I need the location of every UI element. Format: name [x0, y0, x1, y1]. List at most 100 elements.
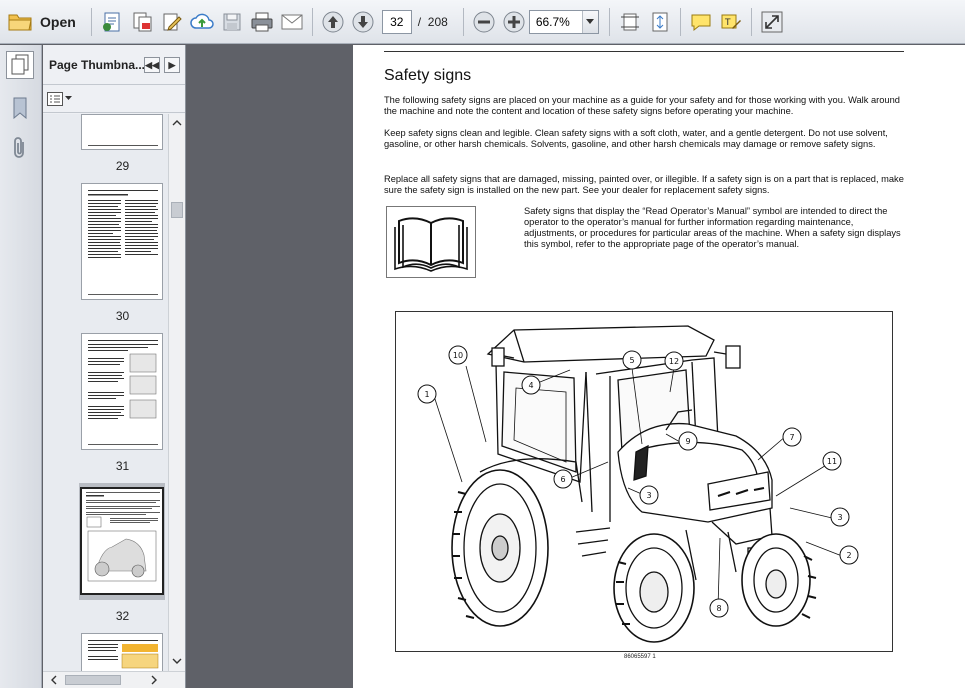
navigation-rail [0, 45, 42, 688]
paragraph-cleaning: Keep safety signs clean and legible. Cle… [384, 128, 888, 149]
bookmark-icon [13, 97, 27, 119]
page-separator: / [417, 14, 422, 29]
zoom-out-button[interactable] [469, 7, 499, 37]
chevron-down-icon[interactable] [169, 654, 185, 668]
toolbar: Open 32 / 208 66.7% T [0, 0, 965, 44]
save-icon [223, 13, 241, 30]
chevron-up-icon[interactable] [169, 116, 185, 130]
combine-button[interactable] [127, 7, 157, 37]
page-count: 208 [427, 14, 448, 29]
expand-button[interactable] [757, 7, 787, 37]
callout-1: 1 [424, 390, 429, 399]
callout-5: 5 [629, 356, 634, 365]
thumbnail-content [86, 492, 160, 582]
separator [462, 7, 464, 36]
hide-panel-button[interactable]: ▶ [164, 57, 180, 73]
thumbnail-label: 32 [115, 609, 130, 623]
chevron-down-icon [586, 18, 595, 24]
document-page: Safety signs The following safety signs … [353, 45, 965, 688]
scroll-thumb[interactable] [65, 675, 121, 685]
callout-7: 7 [789, 433, 794, 442]
callout-3b: 3 [837, 513, 842, 522]
cloud-upload-icon [190, 13, 214, 29]
page-thumbnail-32[interactable] [81, 488, 163, 594]
options-menu-button[interactable] [47, 91, 72, 106]
plus-circle-icon [503, 11, 525, 32]
edit-button[interactable] [157, 7, 187, 37]
thumbnails-panel: Page Thumbna... ◀◀ ▶ 29 30 31 32 [43, 45, 186, 688]
tractor-figure: 1 2 3 3 4 5 6 7 8 9 10 11 12 [395, 311, 893, 652]
callout-12: 12 [669, 357, 679, 366]
thumbnail-content [88, 640, 159, 669]
thumbnail-scrollbar[interactable] [168, 114, 185, 671]
highlight-button[interactable]: T [716, 7, 746, 37]
thumb-rule [88, 145, 158, 146]
comment-button[interactable] [686, 7, 716, 37]
page-thumbnail-29[interactable] [81, 114, 163, 150]
comment-icon [691, 14, 711, 31]
fit-page-icon [652, 12, 668, 31]
read-manual-symbol [386, 206, 476, 278]
minus-circle-icon [473, 11, 495, 32]
edit-icon [163, 13, 182, 31]
printer-icon [251, 12, 273, 31]
thumbnail-content [88, 340, 158, 445]
paragraph-intro: The following safety signs are placed on… [384, 95, 900, 116]
chevron-right-icon[interactable] [147, 672, 161, 688]
open-button[interactable]: Open [0, 7, 86, 37]
thumbnail-label: 31 [115, 459, 130, 473]
callout-10: 10 [453, 351, 463, 360]
read-manual-paragraph: Safety signs that display the “Read Oper… [524, 206, 901, 249]
arrow-up-icon [322, 11, 344, 32]
page-thumbnails-tab[interactable] [6, 51, 34, 79]
expand-icon [761, 11, 783, 32]
callout-2: 2 [846, 551, 851, 560]
separator [608, 7, 610, 36]
callout-6: 6 [560, 475, 565, 484]
panel-options [43, 85, 185, 113]
upload-button[interactable] [187, 7, 217, 37]
paperclip-icon [14, 137, 24, 158]
attachments-tab[interactable] [8, 135, 32, 161]
zoom-in-button[interactable] [499, 7, 529, 37]
figure-caption: 86065597 1 [624, 654, 656, 660]
envelope-icon [281, 14, 303, 29]
pages-icon [11, 54, 29, 75]
arrow-down-icon [352, 11, 374, 32]
separator [679, 7, 681, 36]
header-rule [384, 51, 904, 52]
create-pdf-button[interactable] [97, 7, 127, 37]
callout-3a: 3 [646, 491, 651, 500]
collapse-panel-button[interactable]: ◀◀ [144, 57, 160, 73]
separator [311, 7, 313, 36]
thumbnail-list: 29 30 31 32 [43, 114, 168, 671]
page-number-input[interactable]: 32 [381, 9, 412, 34]
zoom-select[interactable]: 66.7% [528, 9, 599, 34]
fit-page-button[interactable] [645, 7, 675, 37]
callout-4: 4 [528, 381, 533, 390]
callout-11: 11 [827, 457, 837, 466]
page-thumbnail-31[interactable] [81, 333, 163, 450]
zoom-dropdown-button[interactable] [581, 10, 598, 33]
thumbnail-horizontal-scrollbar[interactable] [43, 671, 185, 688]
save-button[interactable] [217, 7, 247, 37]
thumbnail-label: 30 [115, 309, 130, 323]
bookmarks-tab[interactable] [8, 95, 32, 121]
scroll-thumb[interactable] [171, 202, 183, 218]
page-heading: Safety signs [384, 67, 472, 84]
page-thumbnail-33[interactable] [81, 633, 163, 671]
callout-9: 9 [685, 437, 690, 446]
previous-page-button[interactable] [318, 7, 348, 37]
folder-icon [8, 14, 32, 30]
thumbnail-label: 29 [115, 159, 130, 173]
email-button[interactable] [277, 7, 307, 37]
page-thumbnail-30[interactable] [81, 183, 163, 300]
open-book-icon [394, 217, 468, 272]
fit-width-button[interactable] [615, 7, 645, 37]
paragraph-replace: Replace all safety signs that are damage… [384, 174, 904, 195]
next-page-button[interactable] [348, 7, 378, 37]
separator [90, 7, 92, 36]
print-button[interactable] [247, 7, 277, 37]
chevron-left-icon[interactable] [47, 672, 61, 688]
separator [750, 7, 752, 36]
